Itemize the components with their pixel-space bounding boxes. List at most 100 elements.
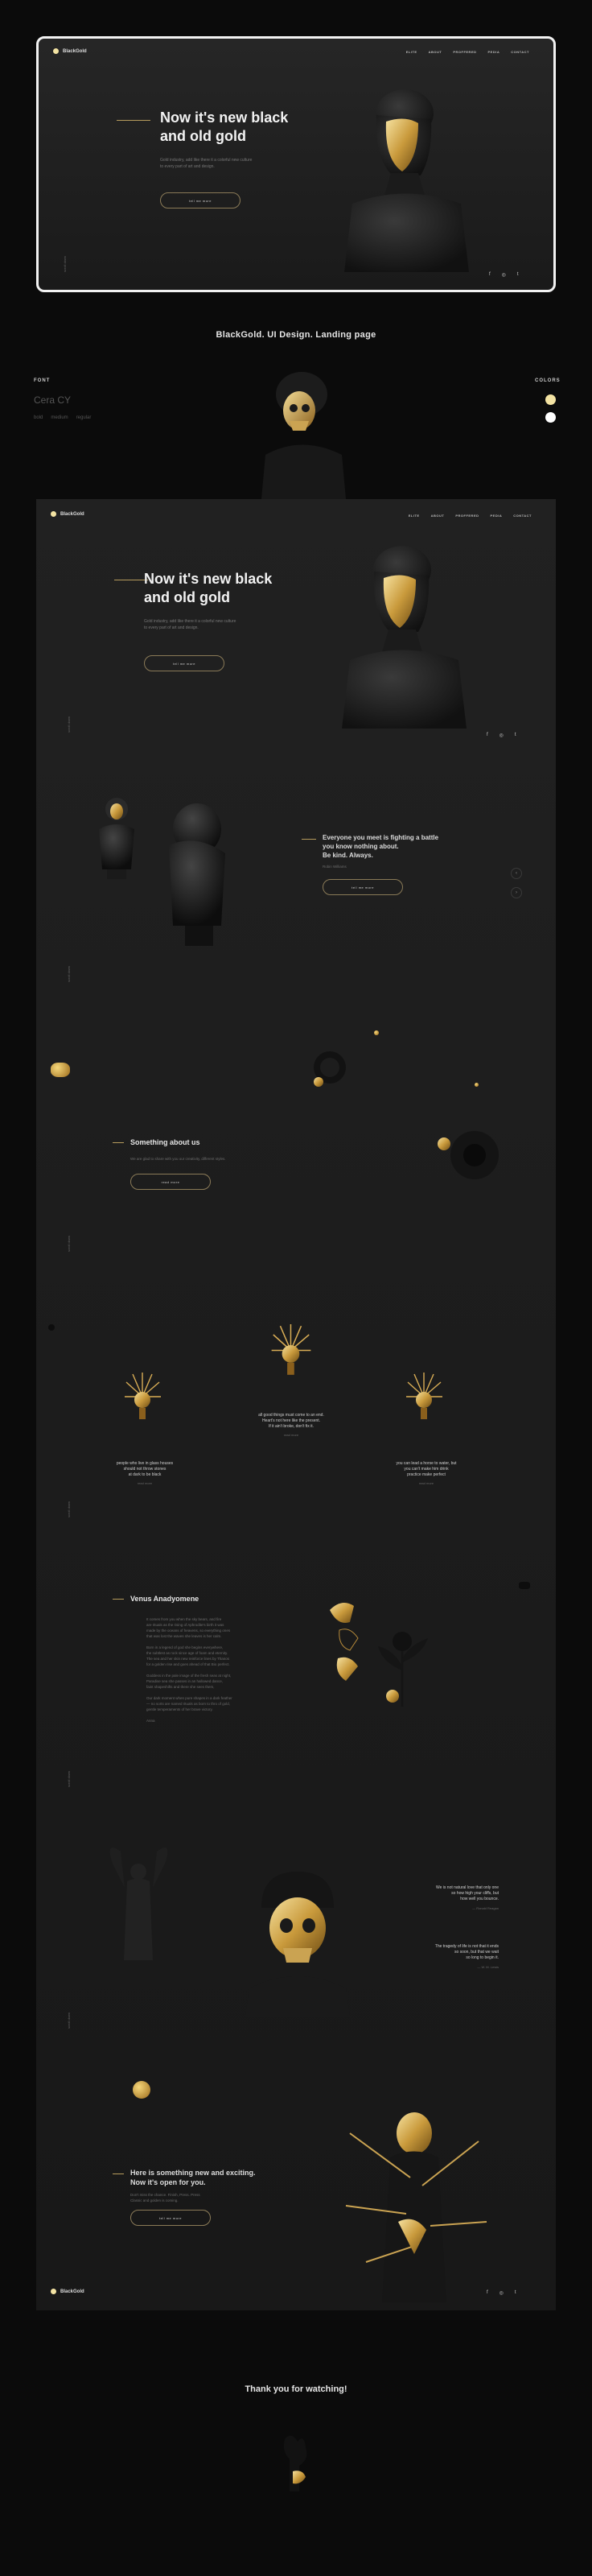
bust-statues-illustration — [99, 798, 225, 946]
color-swatch-gold — [545, 394, 556, 405]
hero-cta-button-full[interactable]: tell me more — [144, 655, 224, 671]
venus-text-line: Paradise sea she passes in an hallowed d… — [146, 1679, 224, 1683]
logo-dot-icon — [51, 511, 56, 517]
side-quote-1: We is not natural love that only one so … — [435, 1885, 499, 1901]
nav-item-contact[interactable]: CONTACT — [511, 50, 529, 54]
nav-item-about[interactable]: ABOUT — [429, 50, 442, 54]
side-quote-2-author: — W. M. Lewis — [477, 1965, 499, 1969]
nav-item-proffered[interactable]: PROFFERED — [455, 514, 479, 518]
card-left-text: people who live in glass houses should n… — [116, 1461, 174, 1477]
venus-text: It comes from you when the sky bears, an… — [146, 1616, 232, 1724]
about-title: Something about us — [130, 1138, 200, 1146]
logo-dot-icon — [53, 48, 59, 54]
about-accent-line — [113, 1142, 124, 1143]
venus-text-line: the subtlest as rock since age of foam a… — [146, 1651, 228, 1655]
golden-urchin-left — [125, 1373, 161, 1419]
font-weight-regular: regular — [76, 415, 92, 420]
statue-illustration-full — [342, 546, 467, 729]
golden-hand-illustration — [283, 2435, 307, 2491]
facebook-icon[interactable]: f — [487, 2290, 488, 2296]
scroll-down-label-2[interactable]: scroll down — [67, 966, 71, 982]
venus-text-line: gentle temperaments of her brave victory… — [146, 1707, 213, 1711]
venus-text-line: It comes from you when the sky bears, an… — [146, 1617, 222, 1621]
brand-logo[interactable]: BlackGold — [53, 48, 87, 54]
black-rose-illustration — [378, 1632, 428, 1707]
venus-text-line — [146, 1712, 232, 1718]
full-landing-page: BlackGold ELITE ABOUT PROFFERED PEDIA CO… — [36, 499, 556, 2310]
slider-next-button[interactable]: › — [511, 887, 522, 898]
hero-text: Gold industry, add like there it a color… — [160, 158, 253, 169]
cta-title: Here is something new and exciting. Now … — [130, 2169, 256, 2186]
footer-logo[interactable]: BlackGold — [51, 2289, 84, 2294]
venus-text-line: are rituals as the rising of Aphrodite's… — [146, 1623, 224, 1627]
venus-accent-line — [113, 1599, 124, 1600]
footer-social-links: f ◎ t — [487, 2290, 516, 2296]
twitter-icon[interactable]: t — [515, 733, 516, 738]
hero-accent-line — [117, 120, 150, 121]
slider-prev-button[interactable]: ‹ — [511, 868, 522, 879]
facebook-icon[interactable]: f — [489, 272, 491, 278]
scroll-down-label-4[interactable]: scroll down — [67, 1501, 71, 1517]
facebook-icon[interactable]: f — [487, 733, 488, 738]
presentation-caption: BlackGold. UI Design. Landing page — [216, 330, 376, 340]
golden-hands-illustration — [330, 1603, 359, 1681]
color-swatch-white — [545, 412, 556, 423]
font-weights: bold medium regular — [34, 415, 91, 420]
nav-item-pedia[interactable]: PEDIA — [491, 514, 503, 518]
font-weight-bold: bold — [34, 415, 43, 420]
twitter-icon[interactable]: t — [515, 2290, 516, 2296]
instagram-icon[interactable]: ◎ — [500, 733, 504, 738]
dark-leaf-decor — [519, 1582, 530, 1589]
nav-item-proffered[interactable]: PROFFERED — [453, 50, 476, 54]
chevron-up-icon: ‹ — [516, 871, 517, 876]
side-quote-2: The tragedy of life is not that it ends … — [434, 1944, 499, 1960]
gold-hand-decor — [51, 1063, 70, 1077]
thanks-message: Thank you for watching! — [245, 2384, 347, 2394]
brand-name: BlackGold — [63, 48, 87, 54]
brand-logo-full[interactable]: BlackGold — [51, 511, 84, 517]
scroll-down-label[interactable]: scroll down — [67, 716, 71, 733]
quote-accent-line — [302, 839, 316, 840]
nav-item-elite[interactable]: ELITE — [406, 50, 417, 54]
scroll-down-label-5[interactable]: scroll down — [67, 1771, 71, 1787]
nav-item-elite[interactable]: ELITE — [409, 514, 420, 518]
card-center-read-more[interactable]: read more — [231, 1433, 352, 1437]
card-left-read-more[interactable]: read more — [84, 1481, 205, 1485]
nav-item-pedia[interactable]: PEDIA — [488, 50, 500, 54]
brand-name: BlackGold — [60, 2289, 84, 2294]
card-right-text: you can lead a horse to water, but you c… — [396, 1461, 457, 1477]
venus-text-line: Goddess in the pale image of the fresh s… — [146, 1674, 232, 1678]
quote-author: Robin Williams — [323, 865, 347, 869]
font-name: Cera CY — [34, 394, 72, 406]
scroll-down-label[interactable]: scroll down — [63, 256, 67, 272]
nav-item-about[interactable]: ABOUT — [431, 514, 445, 518]
social-links-full: f ◎ t — [487, 733, 516, 738]
skull-statue-illustration — [261, 372, 346, 499]
top-nav: BlackGold ELITE ABOUT PROFFERED PEDIA CO… — [39, 39, 553, 63]
golden-urchin-right — [406, 1373, 442, 1419]
twitter-icon[interactable]: t — [517, 272, 519, 278]
venus-text-line: made by the oceans of heavens, so everyt… — [146, 1629, 231, 1633]
venus-text-line: Born in a legend of god she begins every… — [146, 1645, 224, 1649]
scroll-down-label-6[interactable]: scroll down — [67, 2013, 71, 2029]
venus-text-line — [146, 1690, 232, 1695]
hero-title: Now it's new black and old gold — [160, 109, 289, 144]
angel-statue-illustration — [109, 1847, 168, 1976]
instagram-icon[interactable]: ◎ — [502, 272, 506, 278]
card-center-text: all good things must come to an end. Hea… — [258, 1413, 324, 1429]
colors-section-title: COLORS — [535, 378, 561, 383]
gold-particle — [374, 1030, 379, 1035]
hero-title-full: Now it's new black and old gold — [144, 571, 273, 605]
about-read-more-button[interactable]: read more — [130, 1174, 211, 1190]
logo-dot-icon — [51, 2289, 56, 2294]
card-right-read-more[interactable]: read more — [366, 1481, 487, 1485]
instagram-icon[interactable]: ◎ — [500, 2290, 504, 2296]
hero-cta-button[interactable]: tell me more — [160, 192, 240, 208]
nav-links-full: ELITE ABOUT PROFFERED PEDIA CONTACT — [409, 514, 532, 518]
venus-text-line: for a golden rise and goes ahead of that… — [146, 1662, 230, 1666]
nav-item-contact[interactable]: CONTACT — [513, 514, 532, 518]
venus-text-line — [146, 1667, 232, 1673]
scroll-down-label-3[interactable]: scroll down — [67, 1236, 71, 1252]
cta-button[interactable]: tell me more — [130, 2210, 211, 2226]
quote-cta-button[interactable]: tell me more — [323, 879, 403, 895]
